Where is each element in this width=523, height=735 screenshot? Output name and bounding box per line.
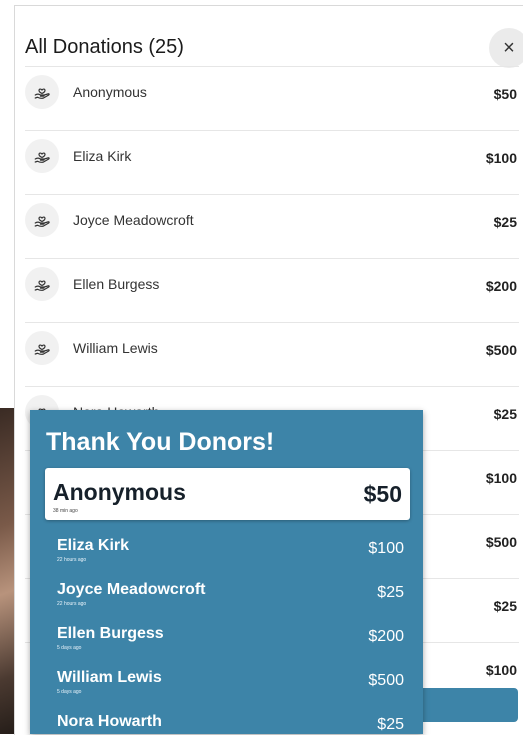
donation-time: 5 days ago xyxy=(57,645,82,651)
donation-amount: $50 xyxy=(493,86,517,102)
widget-donation-row: Eliza Kirk 22 hours ago $100 xyxy=(57,537,404,577)
widget-donation-row: Ellen Burgess 5 days ago $200 xyxy=(57,625,404,665)
donor-name: Anonymous xyxy=(73,84,147,100)
donor-name: Joyce Meadowcroft xyxy=(73,212,194,228)
widget-donation-row: Nora Howarth $25 xyxy=(57,713,404,734)
close-button[interactable]: × xyxy=(489,28,523,68)
donor-name: Joyce Meadowcroft xyxy=(57,581,206,598)
widget-donation-row: Joyce Meadowcroft 22 hours ago $25 xyxy=(57,581,404,621)
donation-row: William Lewis $500 xyxy=(25,322,519,386)
donation-row: Eliza Kirk $100 xyxy=(25,130,519,194)
close-icon: × xyxy=(503,36,515,59)
panel-header: All Donations (25) × xyxy=(25,28,523,68)
featured-donation-amount: $50 xyxy=(363,481,402,507)
donation-row: Joyce Meadowcroft $25 xyxy=(25,194,519,258)
donation-time: 22 hours ago xyxy=(57,557,87,563)
donation-time: 22 hours ago xyxy=(57,601,87,607)
donation-row: Anonymous $50 xyxy=(25,66,519,130)
hand-heart-icon xyxy=(25,139,59,173)
donation-amount: $25 xyxy=(493,598,517,614)
donation-row: Ellen Burgess $200 xyxy=(25,258,519,322)
thank-you-donors-widget: Thank You Donors! Anonymous 38 min ago $… xyxy=(30,410,423,734)
hand-heart-icon xyxy=(25,267,59,301)
donor-name: William Lewis xyxy=(57,669,162,686)
donation-amount: $200 xyxy=(368,628,404,645)
donation-amount: $100 xyxy=(485,662,517,678)
featured-donor-name: Anonymous xyxy=(53,479,186,505)
donation-amount: $25 xyxy=(493,214,517,230)
donation-amount: $100 xyxy=(368,540,404,557)
widget-title: Thank You Donors! xyxy=(46,428,275,456)
donor-name: Nora Howarth xyxy=(57,713,162,730)
donation-amount: $100 xyxy=(485,150,517,166)
donor-name: Ellen Burgess xyxy=(57,625,164,642)
donor-name: Eliza Kirk xyxy=(73,148,132,164)
donation-amount: $100 xyxy=(485,470,517,486)
donor-name: Eliza Kirk xyxy=(57,537,130,554)
donation-amount: $200 xyxy=(485,278,517,294)
donation-amount: $25 xyxy=(377,716,404,733)
featured-donation: Anonymous 38 min ago $50 xyxy=(45,468,410,520)
featured-donation-time: 38 min ago xyxy=(53,508,78,514)
donation-amount: $25 xyxy=(493,406,517,422)
donor-name: Ellen Burgess xyxy=(73,276,160,292)
hand-heart-icon xyxy=(25,203,59,237)
widget-donation-row: William Lewis 5 days ago $500 xyxy=(57,669,404,709)
donation-amount: $500 xyxy=(368,672,404,689)
donor-name: William Lewis xyxy=(73,340,158,356)
donation-amount: $500 xyxy=(485,534,517,550)
donation-amount: $500 xyxy=(485,342,517,358)
panel-action-button[interactable] xyxy=(410,688,518,722)
hand-heart-icon xyxy=(25,331,59,365)
hand-heart-icon xyxy=(25,75,59,109)
donation-time: 5 days ago xyxy=(57,689,82,695)
donation-amount: $25 xyxy=(377,584,404,601)
panel-title: All Donations (25) xyxy=(25,36,184,58)
